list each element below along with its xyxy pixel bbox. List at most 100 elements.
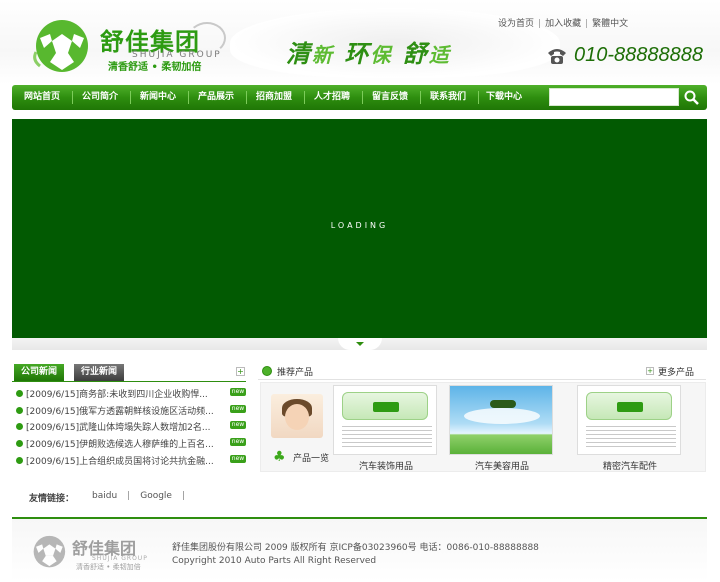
plane-icon — [490, 400, 516, 408]
slogan-char: 舒 — [402, 40, 429, 68]
banner-loading-text: LOADING — [330, 221, 389, 230]
bullet-icon — [16, 422, 23, 430]
news-title[interactable]: [2009/6/15]俄军方透露朝鲜核设施区活动频... — [26, 404, 214, 417]
product-image[interactable] — [449, 385, 553, 455]
nav-item-news[interactable]: 新闻中心 — [130, 85, 186, 110]
wipes-package — [586, 392, 672, 420]
product-card[interactable]: 精密汽车配件 — [571, 385, 689, 472]
add-favorite-link[interactable]: 加入收藏 — [545, 19, 581, 29]
product-card[interactable]: 汽车美容用品 — [443, 385, 561, 472]
flash-banner[interactable]: LOADING — [12, 119, 707, 338]
news-title[interactable]: [2009/6/15]武隆山体垮塌失踪人数增加2名... — [26, 420, 214, 433]
news-list-item[interactable]: [2009/6/15]伊朗败选候选人穆萨维的上百名... new — [16, 436, 246, 450]
link-separator: | — [181, 491, 186, 501]
phone-number: 010-88888888 — [574, 44, 704, 66]
footer-logo-slogan: 清香舒适 • 柔韧加倍 — [76, 563, 141, 571]
bullet-icon — [16, 389, 23, 397]
clover-icon: ♣ — [273, 449, 286, 465]
product-list-entry[interactable]: ♣ 产品一览 — [267, 392, 329, 470]
product-image[interactable] — [577, 385, 681, 455]
phone-contact: 010-88888888 — [546, 44, 703, 67]
footer-copyright-english: Copyright 2010 Auto Parts All Right Rese… — [172, 556, 377, 566]
set-homepage-link[interactable]: 设为首页 — [498, 19, 534, 29]
new-badge: new — [230, 455, 246, 463]
bullet-icon — [16, 456, 23, 464]
friend-links-label: 友情链接： — [29, 494, 75, 504]
new-badge: new — [230, 421, 246, 429]
main-navigation: 网站首页 公司简介 新闻中心 产品展示 招商加盟 人才招聘 留言反馈 联系我们 … — [12, 85, 707, 110]
package-label — [373, 402, 399, 412]
nav-item-franchise[interactable]: 招商加盟 — [246, 85, 302, 110]
search-input[interactable] — [549, 88, 679, 106]
child-photo — [271, 394, 323, 438]
more-plus-icon[interactable]: + — [646, 367, 654, 375]
nav-item-feedback[interactable]: 留言反馈 — [362, 85, 418, 110]
nav-item-download[interactable]: 下载中心 — [476, 85, 532, 110]
site-header: 舒佳集团 SHUJIA GROUP 清香舒适 • 柔韧加倍 清新 环保 舒适 设… — [0, 0, 720, 84]
chevron-down-icon — [356, 342, 364, 346]
product-list-label[interactable]: 产品一览 — [293, 451, 329, 464]
nav-item-jobs[interactable]: 人才招聘 — [304, 85, 360, 110]
slogan-char: 新 — [312, 43, 334, 67]
traditional-chinese-link[interactable]: 繁體中文 — [592, 19, 628, 29]
bullet-icon — [16, 406, 23, 414]
news-list-item[interactable]: [2009/6/15]上合组织成员国将讨论共抗金融... new — [16, 453, 246, 467]
recommended-products-panel: 推荐产品 + 更多产品 ♣ 产品一览 汽车装饰用品 汽车美容用品 精密汽车配件 — [258, 362, 706, 474]
package-text-lines — [342, 426, 432, 450]
friend-links: 友情链接： baidu | Google | — [29, 491, 195, 504]
soccer-ball-logo-icon — [33, 20, 88, 72]
footer-logo-english-name: SHUJIA GROUP — [92, 555, 148, 562]
product-name[interactable]: 汽车美容用品 — [443, 459, 561, 472]
new-badge: new — [230, 438, 246, 446]
slogan-char: 保 — [370, 43, 393, 67]
top-links: 设为首页 | 加入收藏 | 繁體中文 — [498, 16, 628, 29]
product-name[interactable]: 精密汽车配件 — [571, 459, 689, 472]
bullet-icon — [16, 439, 23, 447]
link-separator: | — [538, 19, 542, 29]
more-products-link[interactable]: 更多产品 — [658, 365, 694, 378]
news-panel: 公司新闻 行业新闻 + [2009/6/15]商务部:未收到四川企业收购悍...… — [12, 362, 248, 474]
product-image[interactable] — [333, 385, 437, 455]
nav-item-contact[interactable]: 联系我们 — [420, 85, 476, 110]
product-name[interactable]: 汽车装饰用品 — [327, 459, 445, 472]
nav-item-products[interactable]: 产品展示 — [188, 85, 244, 110]
soccer-ball-logo-icon — [33, 535, 66, 568]
products-title: 推荐产品 — [277, 368, 314, 378]
news-more-plus-icon[interactable]: + — [236, 367, 245, 376]
news-title[interactable]: [2009/6/15]上合组织成员国将讨论共抗金融... — [26, 454, 214, 467]
footer-copyright-info: 舒佳集团股份有限公司 2009 版权所有 京ICP备03023960号 电话：0… — [172, 543, 539, 553]
news-list-item[interactable]: [2009/6/15]商务部:未收到四川企业收购悍... new — [16, 386, 246, 400]
wipes-package — [342, 392, 428, 420]
products-gallery: ♣ 产品一览 汽车装饰用品 汽车美容用品 精密汽车配件 — [260, 382, 706, 472]
phone-icon — [548, 48, 566, 64]
news-list-item[interactable]: [2009/6/15]俄军方透露朝鲜核设施区活动频... new — [16, 403, 246, 417]
link-google[interactable]: Google — [140, 491, 172, 504]
link-baidu[interactable]: baidu — [92, 491, 117, 504]
slogan-char: 适 — [428, 43, 451, 67]
news-title[interactable]: [2009/6/15]商务部:未收到四川企业收购悍... — [26, 387, 214, 400]
site-footer: 舒佳集团 SHUJIA GROUP 清香舒适 • 柔韧加倍 舒佳集团股份有限公司… — [12, 517, 707, 582]
package-label — [617, 402, 643, 412]
company-logo[interactable]: 舒佳集团 SHUJIA GROUP 清香舒适 • 柔韧加倍 — [30, 12, 240, 76]
slogan-char: 环 — [344, 40, 371, 68]
search-icon[interactable] — [683, 89, 701, 106]
news-tab-underline — [12, 381, 246, 382]
logo-slogan: 清香舒适 • 柔韧加倍 — [108, 62, 202, 73]
footer-logo[interactable]: 舒佳集团 SHUJIA GROUP 清香舒适 • 柔韧加倍 — [30, 529, 170, 573]
child-face — [285, 404, 309, 430]
news-list-item[interactable]: [2009/6/15]武隆山体垮塌失踪人数增加2名... new — [16, 419, 246, 433]
header-slogan: 清新 环保 舒适 — [286, 34, 451, 69]
cloud — [464, 408, 540, 424]
products-header: 推荐产品 + 更多产品 — [258, 362, 706, 380]
link-separator: | — [127, 491, 131, 501]
tab-company-news[interactable]: 公司新闻 — [14, 364, 65, 381]
nav-item-home[interactable]: 网站首页 — [14, 85, 70, 110]
news-title[interactable]: [2009/6/15]伊朗败选候选人穆萨维的上百名... — [26, 437, 214, 450]
package-text-lines — [586, 426, 676, 450]
nav-item-about[interactable]: 公司简介 — [72, 85, 128, 110]
new-badge: new — [230, 388, 246, 396]
product-card[interactable]: 汽车装饰用品 — [327, 385, 445, 472]
products-title-icon — [262, 366, 272, 376]
slogan-char: 清 — [286, 40, 312, 68]
tab-industry-news[interactable]: 行业新闻 — [74, 364, 125, 381]
